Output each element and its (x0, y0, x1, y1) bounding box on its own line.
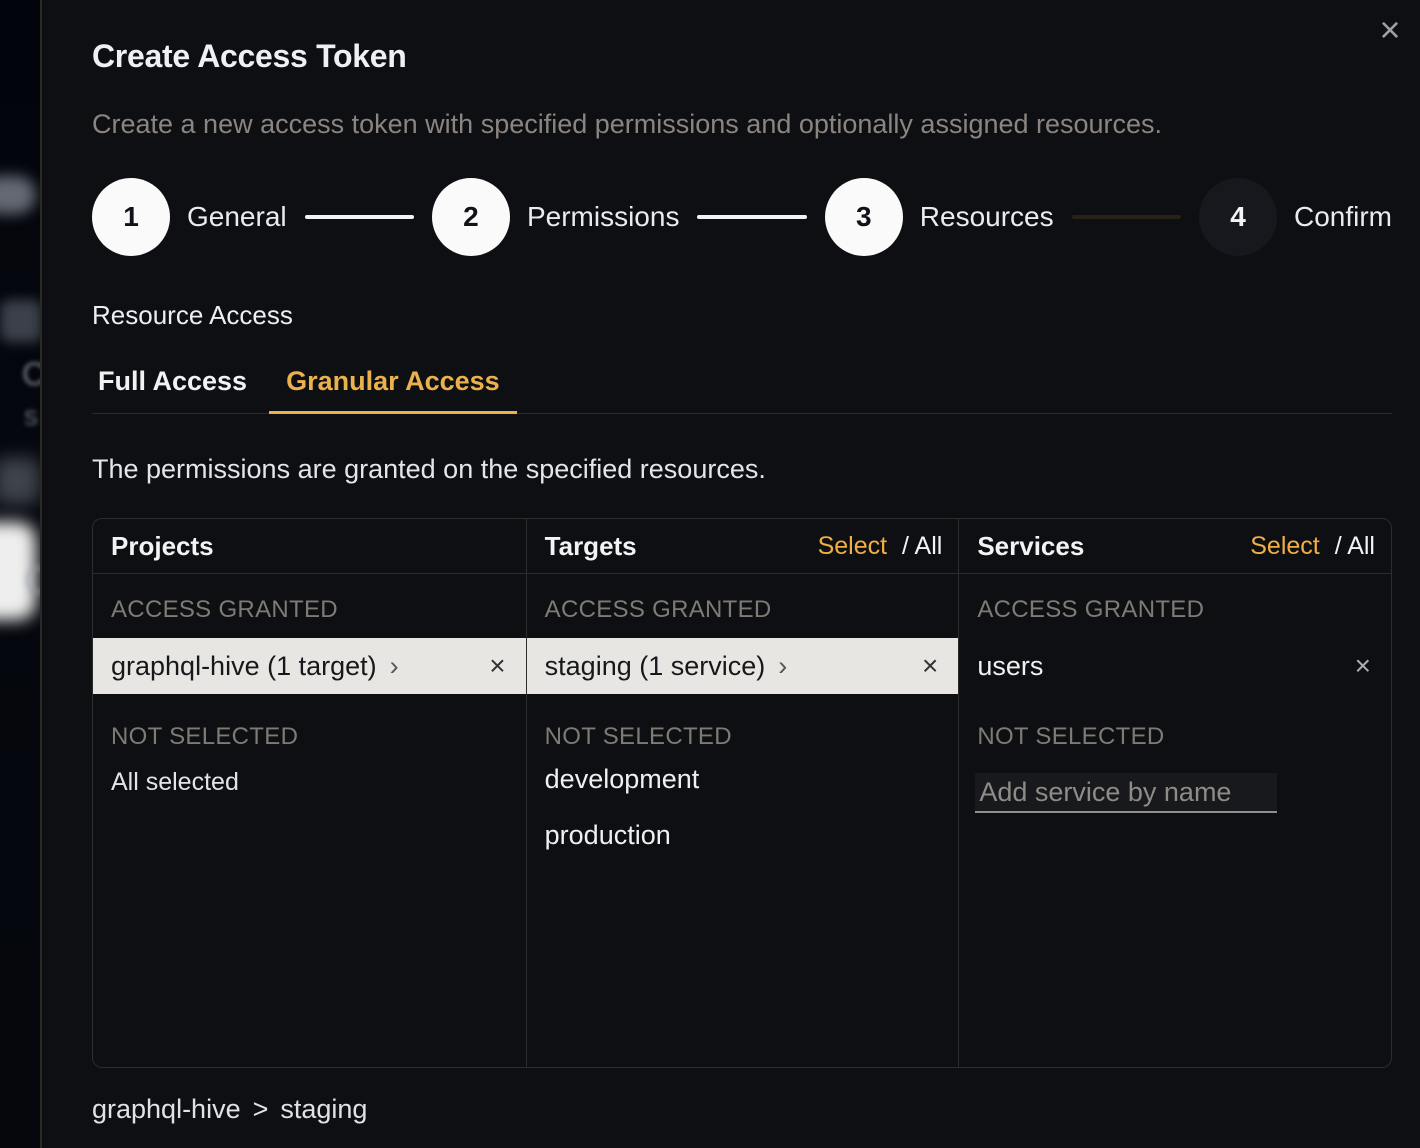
granted-target-row[interactable]: staging (1 service) › × (527, 638, 959, 694)
column-services: Services Select / All ACCESS GRANTED use… (958, 519, 1391, 1067)
step-2-circle: 2 (432, 178, 510, 256)
services-column-body: ACCESS GRANTED users × NOT SELECTED (959, 574, 1391, 1067)
resource-access-heading: Resource Access (92, 300, 1392, 331)
backdrop-blurred-icon (0, 458, 40, 504)
granted-project-name: graphql-hive (1 target) (111, 651, 377, 682)
granted-service-name: users (977, 651, 1043, 682)
all-selected-note: All selected (93, 768, 526, 797)
not-selected-label: NOT SELECTED (93, 723, 526, 751)
step-3-label: Resources (920, 201, 1054, 233)
backdrop-blurred-text: C (22, 356, 40, 393)
modal-description: Create a new access token with specified… (92, 108, 1392, 140)
granted-project-row[interactable]: graphql-hive (1 target) › × (93, 638, 526, 694)
step-2-label: Permissions (527, 201, 679, 233)
targets-column-header: Targets Select / All (527, 519, 959, 574)
target-item-production[interactable]: production (527, 807, 959, 863)
backdrop-blurred-pill (0, 176, 36, 214)
remove-target-button[interactable]: × (922, 652, 938, 680)
step-permissions[interactable]: 2 Permissions (432, 178, 679, 256)
services-all-link[interactable]: / All (1335, 532, 1375, 560)
targets-header-title: Targets (545, 531, 637, 562)
step-1-label: General (187, 201, 287, 233)
targets-select-link[interactable]: Select (818, 532, 887, 560)
step-4-circle: 4 (1199, 178, 1277, 256)
granular-access-note: The permissions are granted on the speci… (92, 454, 1392, 485)
step-4-label: Confirm (1294, 201, 1392, 233)
breadcrumb-target: staging (280, 1094, 367, 1125)
access-granted-label: ACCESS GRANTED (527, 596, 959, 624)
step-connector (697, 215, 806, 219)
target-item-development[interactable]: development (527, 751, 959, 807)
targets-select-all: Select / All (818, 532, 943, 561)
remove-project-button[interactable]: × (489, 652, 505, 680)
add-service-input[interactable] (975, 773, 1277, 813)
backdrop-blurred-glyph: C (24, 560, 40, 603)
step-resources[interactable]: 3 Resources (825, 178, 1054, 256)
column-targets: Targets Select / All ACCESS GRANTED stag… (526, 519, 959, 1067)
step-3-circle: 3 (825, 178, 903, 256)
stepper: 1 General 2 Permissions 3 Resources 4 Co… (92, 178, 1392, 256)
not-selected-label: NOT SELECTED (527, 723, 959, 751)
step-connector (305, 215, 414, 219)
breadcrumb: graphql-hive > staging (92, 1094, 1392, 1125)
chevron-right-icon: › (390, 651, 399, 682)
services-select-all: Select / All (1250, 532, 1375, 561)
page-backdrop: C s C (0, 0, 40, 1148)
access-granted-label: ACCESS GRANTED (93, 596, 526, 624)
backdrop-blurred-icon (0, 300, 40, 342)
granted-service-row[interactable]: users × (959, 638, 1391, 694)
access-granted-label: ACCESS GRANTED (959, 596, 1391, 624)
column-projects: Projects ACCESS GRANTED graphql-hive (1 … (93, 519, 526, 1067)
services-select-link[interactable]: Select (1250, 532, 1319, 560)
targets-all-link[interactable]: / All (902, 532, 942, 560)
targets-column-body: ACCESS GRANTED staging (1 service) › × N… (527, 574, 959, 1067)
services-column-header: Services Select / All (959, 519, 1391, 574)
close-button[interactable]: × (1370, 10, 1410, 50)
services-header-title: Services (977, 531, 1084, 562)
tab-full-access[interactable]: Full Access (92, 366, 253, 414)
step-general[interactable]: 1 General (92, 178, 287, 256)
step-1-circle: 1 (92, 178, 170, 256)
create-access-token-modal: × Create Access Token Create a new acces… (40, 0, 1420, 1148)
granted-target-name: staging (1 service) (545, 651, 766, 682)
projects-header-title: Projects (111, 531, 214, 562)
resource-table: Projects ACCESS GRANTED graphql-hive (1 … (92, 518, 1392, 1068)
tab-granular-access[interactable]: Granular Access (269, 366, 517, 414)
remove-service-button[interactable]: × (1355, 652, 1371, 680)
step-connector (1072, 215, 1181, 219)
close-icon: × (1379, 12, 1400, 48)
resource-access-tabs: Full Access Granular Access (92, 366, 1392, 414)
projects-column-body: ACCESS GRANTED graphql-hive (1 target) ›… (93, 574, 526, 1067)
not-selected-label: NOT SELECTED (959, 723, 1391, 751)
modal-title: Create Access Token (92, 38, 1392, 75)
backdrop-blurred-text: s (24, 400, 38, 432)
step-confirm[interactable]: 4 Confirm (1199, 178, 1392, 256)
breadcrumb-project: graphql-hive (92, 1094, 241, 1125)
breadcrumb-separator: > (253, 1094, 269, 1125)
projects-column-header: Projects (93, 519, 526, 574)
chevron-right-icon: › (778, 651, 787, 682)
